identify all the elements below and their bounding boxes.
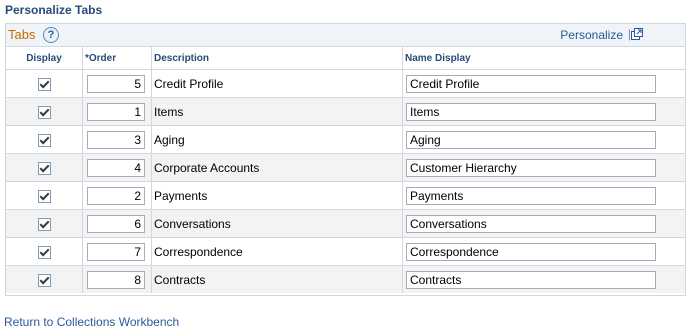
description-cell: Conversations xyxy=(151,209,403,238)
tabs-grid: Tabs ? Personalize | Display *Order Desc… xyxy=(5,23,686,296)
table-header-row: Display *Order Description Name Display xyxy=(6,47,685,70)
description-cell: Corporate Accounts xyxy=(151,153,403,182)
table-row: 6 Conversations Conversations xyxy=(6,209,685,238)
order-input[interactable]: 6 xyxy=(87,214,145,233)
display-checkbox[interactable] xyxy=(37,189,51,203)
order-input[interactable]: 1 xyxy=(87,102,145,121)
grid-header: Tabs ? Personalize | xyxy=(6,24,685,47)
table-row: 4 Corporate Accounts Customer Hierarchy xyxy=(6,153,685,182)
display-checkbox[interactable] xyxy=(37,273,51,287)
display-checkbox[interactable] xyxy=(37,77,51,91)
name-display-input[interactable]: Correspondence xyxy=(406,242,656,261)
description-cell: Credit Profile xyxy=(151,69,403,98)
display-checkbox[interactable] xyxy=(37,245,51,259)
table-row: 5 Credit Profile Credit Profile xyxy=(6,69,685,98)
column-header-display: Display xyxy=(6,47,83,70)
help-icon[interactable]: ? xyxy=(43,27,59,43)
name-display-input[interactable]: Contracts xyxy=(406,270,656,289)
grid-title: Tabs xyxy=(8,27,36,42)
personalize-link[interactable]: Personalize xyxy=(560,28,623,42)
description-cell: Correspondence xyxy=(151,237,403,266)
name-display-input[interactable]: Credit Profile xyxy=(406,74,656,93)
name-display-input[interactable]: Items xyxy=(406,102,656,121)
table-row: 8 Contracts Contracts xyxy=(6,265,685,293)
name-display-input[interactable]: Conversations xyxy=(406,214,656,233)
table-row: 2 Payments Payments xyxy=(6,181,685,210)
order-input[interactable]: 2 xyxy=(87,186,145,205)
description-cell: Aging xyxy=(151,125,403,154)
display-checkbox[interactable] xyxy=(37,161,51,175)
order-input[interactable]: 3 xyxy=(87,130,145,149)
column-header-description: Description xyxy=(151,47,403,70)
table-row: 3 Aging Aging xyxy=(6,125,685,154)
return-to-workbench-link[interactable]: Return to Collections Workbench xyxy=(4,315,179,329)
order-input[interactable]: 8 xyxy=(87,270,145,289)
page-title: Personalize Tabs xyxy=(5,3,103,17)
order-input[interactable]: 4 xyxy=(87,158,145,177)
order-input[interactable]: 5 xyxy=(87,74,145,93)
description-cell: Contracts xyxy=(151,265,403,293)
new-window-icon[interactable] xyxy=(631,28,643,40)
description-cell: Items xyxy=(151,97,403,126)
order-input[interactable]: 7 xyxy=(87,242,145,261)
description-cell: Payments xyxy=(151,181,403,210)
tabs-table: Display *Order Description Name Display … xyxy=(6,47,685,293)
display-checkbox[interactable] xyxy=(37,217,51,231)
column-header-order: *Order xyxy=(82,47,152,70)
column-header-name-display: Name Display xyxy=(402,47,685,70)
table-row: 7 Correspondence Correspondence xyxy=(6,237,685,266)
name-display-input[interactable]: Customer Hierarchy xyxy=(406,158,656,177)
display-checkbox[interactable] xyxy=(37,133,51,147)
table-row: 1 Items Items xyxy=(6,97,685,126)
name-display-input[interactable]: Aging xyxy=(406,130,656,149)
display-checkbox[interactable] xyxy=(37,105,51,119)
name-display-input[interactable]: Payments xyxy=(406,186,656,205)
